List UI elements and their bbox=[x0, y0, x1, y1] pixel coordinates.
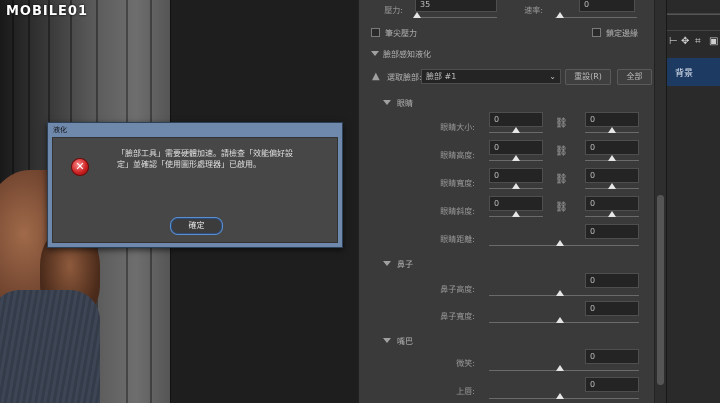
pressure-slider-thumb[interactable] bbox=[413, 12, 421, 18]
photo-sleeve bbox=[0, 290, 100, 403]
nose-height-label: 鼻子高度: bbox=[440, 285, 475, 294]
dialog-message-line-2: 定」並確認「使用圖形處理器」已啟用。 bbox=[117, 160, 261, 169]
eye-height-label: 眼睛高度: bbox=[440, 151, 475, 160]
pressure-slider-track[interactable] bbox=[415, 17, 497, 18]
eyes-heading: 眼睛 bbox=[397, 99, 413, 108]
eye-size-left-thumb[interactable] bbox=[512, 127, 520, 133]
eye-distance-thumb[interactable] bbox=[556, 240, 564, 246]
layer-row-background[interactable]: 背景 bbox=[667, 58, 720, 86]
link-icon[interactable]: ⛓ bbox=[555, 174, 568, 188]
smile-thumb[interactable] bbox=[556, 365, 564, 371]
stylus-pressure-label: 筆尖壓力 bbox=[385, 29, 417, 38]
eye-distance-label: 眼睛距離: bbox=[440, 235, 475, 244]
warning-icon: ▲ bbox=[372, 71, 380, 82]
eye-size-label: 眼睛大小: bbox=[440, 123, 475, 132]
panel-scrollbar[interactable] bbox=[654, 0, 666, 403]
watermark-logo: MOBILE01 bbox=[6, 4, 88, 19]
divider bbox=[667, 14, 720, 15]
eye-size-right-thumb[interactable] bbox=[608, 127, 616, 133]
section-collapse-icon[interactable] bbox=[371, 51, 379, 56]
upper-lip-thumb[interactable] bbox=[556, 393, 564, 399]
link-icon[interactable]: ⛓ bbox=[555, 202, 568, 216]
nose-width-label: 鼻子寬度: bbox=[440, 312, 475, 321]
link-icon[interactable]: ⛓ bbox=[555, 146, 568, 160]
smile-input[interactable]: 0 bbox=[585, 349, 639, 364]
smile-label: 微笑: bbox=[456, 359, 475, 368]
eye-width-right-thumb[interactable] bbox=[608, 183, 616, 189]
mouth-heading: 嘴巴 bbox=[397, 337, 413, 346]
reset-button[interactable]: 重設(R) bbox=[565, 69, 611, 85]
eye-distance-track[interactable] bbox=[489, 245, 639, 246]
move-icon[interactable]: ✥ bbox=[681, 36, 689, 47]
eye-tilt-left-thumb[interactable] bbox=[512, 211, 520, 217]
lock-icon[interactable]: ⊢ bbox=[669, 36, 678, 47]
eye-width-left-input[interactable]: 0 bbox=[489, 168, 543, 183]
eye-width-right-input[interactable]: 0 bbox=[585, 168, 639, 183]
eye-distance-input[interactable]: 0 bbox=[585, 224, 639, 239]
layers-header bbox=[667, 0, 720, 14]
pressure-label: 壓力: bbox=[384, 6, 403, 15]
stylus-pressure-checkbox[interactable] bbox=[371, 28, 380, 37]
nose-height-thumb[interactable] bbox=[556, 290, 564, 296]
nose-heading: 鼻子 bbox=[397, 260, 413, 269]
dialog-title: 液化 bbox=[53, 126, 67, 134]
upper-lip-input[interactable]: 0 bbox=[585, 377, 639, 392]
layers-panel: ⊢ ✥ ⌗ ▣ 背景 bbox=[666, 0, 720, 403]
dialog-body: ✕ 「臉部工具」需要硬體加速。請檢查「效能偏好設 定」並確認「使用圖形處理器」已… bbox=[52, 137, 338, 243]
smile-track[interactable] bbox=[489, 370, 639, 371]
ok-button[interactable]: 確定 bbox=[170, 217, 223, 235]
chevron-down-icon: ⌄ bbox=[549, 72, 556, 81]
crop-icon[interactable]: ⌗ bbox=[695, 36, 701, 47]
eye-tilt-left-input[interactable]: 0 bbox=[489, 196, 543, 211]
eye-size-right-input[interactable]: 0 bbox=[585, 112, 639, 127]
eye-tilt-right-input[interactable]: 0 bbox=[585, 196, 639, 211]
lock-all-icon[interactable]: ▣ bbox=[709, 36, 718, 47]
eyes-rows: 眼睛大小: 0 ⛓ 0 眼睛高度: 0 ⛓ 0 眼睛寬度: 0 ⛓ 0 眼睛斜度… bbox=[359, 112, 655, 232]
select-face-dropdown[interactable]: 臉部 #1 ⌄ bbox=[421, 69, 561, 84]
liquify-properties-panel: 壓力: 35 速率: 0 筆尖壓力 鎖定邊緣 臉部感知液化 ▲ 選取臉部: 臉部… bbox=[358, 0, 654, 403]
nose-width-track[interactable] bbox=[489, 322, 639, 323]
eye-height-right-input[interactable]: 0 bbox=[585, 140, 639, 155]
eyes-collapse-icon[interactable] bbox=[383, 100, 391, 105]
nose-width-thumb[interactable] bbox=[556, 317, 564, 323]
pin-edges-label: 鎖定邊緣 bbox=[606, 29, 638, 38]
eye-size-left-input[interactable]: 0 bbox=[489, 112, 543, 127]
select-face-value: 臉部 #1 bbox=[426, 72, 457, 81]
dialog-message-line-1: 「臉部工具」需要硬體加速。請檢查「效能偏好設 bbox=[117, 149, 293, 158]
eye-width-left-thumb[interactable] bbox=[512, 183, 520, 189]
eye-tilt-right-thumb[interactable] bbox=[608, 211, 616, 217]
select-face-label: 選取臉部: bbox=[387, 73, 422, 82]
eye-tilt-label: 眼睛斜度: bbox=[440, 207, 475, 216]
face-aware-section-title: 臉部感知液化 bbox=[383, 50, 431, 59]
rate-label: 速率: bbox=[524, 6, 543, 15]
upper-lip-label: 上唇: bbox=[456, 387, 475, 396]
pressure-input[interactable]: 35 bbox=[415, 0, 497, 12]
eye-height-right-thumb[interactable] bbox=[608, 155, 616, 161]
nose-width-input[interactable]: 0 bbox=[585, 301, 639, 316]
divider bbox=[667, 30, 720, 31]
rate-slider-track[interactable] bbox=[555, 17, 637, 18]
link-icon[interactable]: ⛓ bbox=[555, 118, 568, 132]
upper-lip-track[interactable] bbox=[489, 398, 639, 399]
eye-height-left-thumb[interactable] bbox=[512, 155, 520, 161]
error-icon: ✕ bbox=[71, 158, 89, 176]
error-dialog: 液化 ✕ 「臉部工具」需要硬體加速。請檢查「效能偏好設 定」並確認「使用圖形處理… bbox=[47, 122, 343, 248]
dialog-message: 「臉部工具」需要硬體加速。請檢查「效能偏好設 定」並確認「使用圖形處理器」已啟用… bbox=[117, 148, 327, 170]
nose-collapse-icon[interactable] bbox=[383, 261, 391, 266]
nose-height-track[interactable] bbox=[489, 295, 639, 296]
scrollbar-thumb[interactable] bbox=[657, 195, 664, 385]
pin-edges-checkbox[interactable] bbox=[592, 28, 601, 37]
rate-slider-thumb[interactable] bbox=[556, 12, 564, 18]
layer-name: 背景 bbox=[675, 69, 694, 79]
mouth-collapse-icon[interactable] bbox=[383, 338, 391, 343]
rate-input[interactable]: 0 bbox=[579, 0, 635, 12]
eye-width-label: 眼睛寬度: bbox=[440, 179, 475, 188]
nose-height-input[interactable]: 0 bbox=[585, 273, 639, 288]
all-button[interactable]: 全部 bbox=[617, 69, 652, 85]
eye-height-left-input[interactable]: 0 bbox=[489, 140, 543, 155]
